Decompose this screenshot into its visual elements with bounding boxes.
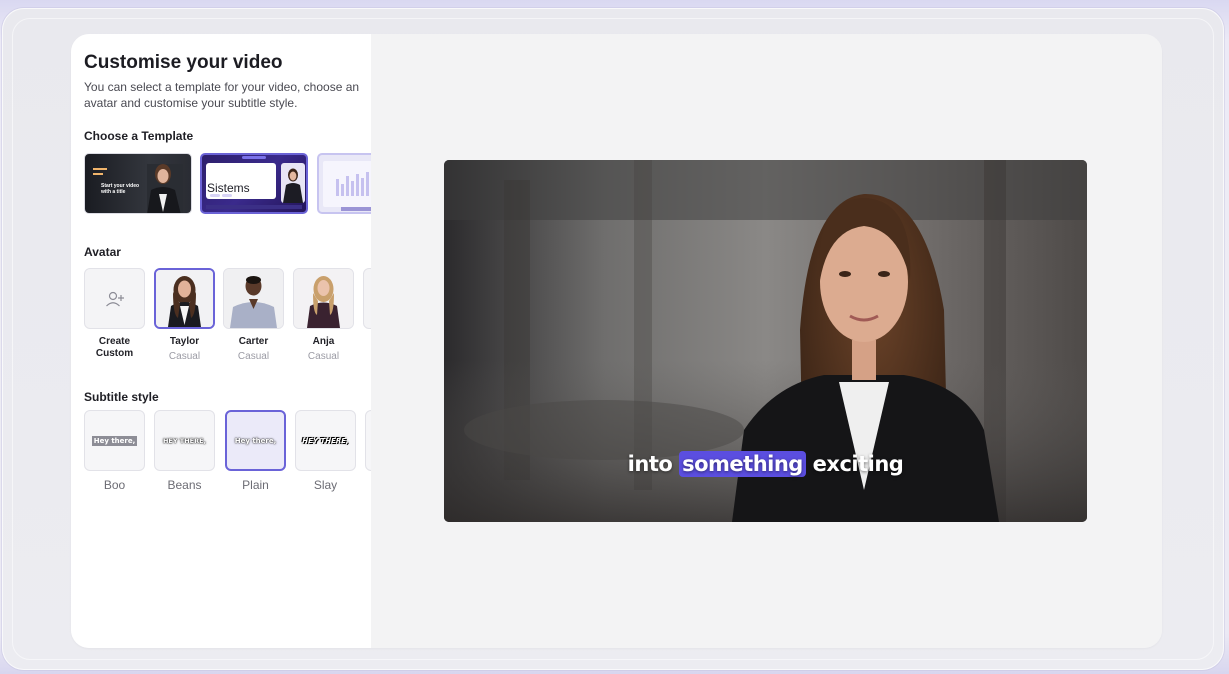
video-preview-area: into something exciting (371, 34, 1162, 648)
avatar-anja-image (294, 269, 353, 328)
page-title: Customise your video (84, 52, 283, 73)
avatar-name-anja: Anja (312, 336, 335, 347)
page-description: You can select a template for your video… (84, 80, 360, 110)
create-custom-label: Create Custom (95, 336, 134, 359)
avatar-taylor-image (156, 270, 213, 327)
subtitle-label-beans: Beans (167, 478, 202, 492)
subtitle-style-beans[interactable]: HEY THERE, Beans (154, 410, 215, 492)
customise-panel: Customise your video You can select a te… (71, 34, 371, 648)
avatar-carter-image (224, 269, 283, 328)
subtitle-sample-beans: HEY THERE, (162, 436, 207, 445)
subtitle-sample-slay: HEY THERE, (302, 436, 349, 445)
avatar-thumb-partial (363, 268, 371, 329)
avatar-thumb-carter (223, 268, 284, 329)
caption-word-after: exciting (812, 452, 904, 476)
customise-video-card: Customise your video You can select a te… (71, 34, 1162, 648)
subtitle-sample-boo: Hey there, (91, 435, 138, 446)
subtitle-thumb-beans: HEY THERE, (154, 410, 215, 471)
avatar-card-carter[interactable]: Carter Casual (223, 268, 284, 362)
template-chart-thumbnail (323, 161, 371, 211)
subtitle-style-slay[interactable]: HEY THERE, Slay (295, 410, 356, 492)
subtitle-label-boo: Boo (103, 478, 126, 492)
avatar-thumb-taylor (154, 268, 215, 329)
avatar-style-carter: Casual (237, 351, 270, 362)
subtitle-style-list: Hey there, Boo HEY THERE, Beans Hey ther… (84, 410, 371, 500)
subtitle-thumb-plain: Hey there, (225, 410, 286, 471)
template-list: Start your video with a title Sistems (84, 153, 371, 214)
avatar-name-taylor: Taylor (169, 336, 200, 347)
avatar-name-carter: Carter (238, 336, 269, 347)
avatar-style-anja: Casual (307, 351, 340, 362)
subtitle-label-plain: Plain (242, 478, 269, 492)
create-custom-thumb (84, 268, 145, 329)
avatar-card-anja[interactable]: Anja Casual (293, 268, 354, 362)
avatar-thumb-anja (293, 268, 354, 329)
template-card-dark[interactable]: Start your video with a title (84, 153, 192, 214)
subtitle-label-slay: Slay (313, 478, 338, 492)
avatar-card-partial[interactable] (363, 268, 371, 329)
template-purple-title: Sistems (207, 181, 250, 195)
add-user-icon (105, 291, 124, 306)
avatar-section-title: Avatar (84, 245, 121, 259)
subtitle-section-title: Subtitle style (84, 390, 159, 404)
caption-word-before: into (627, 452, 673, 476)
template-card-chart[interactable] (317, 153, 371, 214)
video-preview[interactable]: into something exciting (444, 160, 1087, 522)
create-custom-avatar-button[interactable]: Create Custom (84, 268, 145, 360)
avatar-list: Create Custom Taylor Casual Carter Casua… (84, 268, 371, 368)
template-section-title: Choose a Template (84, 129, 194, 143)
video-caption: into something exciting (444, 451, 1087, 477)
subtitle-style-plain[interactable]: Hey there, Plain (225, 410, 286, 492)
avatar-card-taylor[interactable]: Taylor Casual (154, 268, 215, 362)
caption-word-highlight: something (679, 451, 806, 477)
subtitle-thumb-slay: HEY THERE, (295, 410, 356, 471)
template-dark-text: Start your video with a title (101, 183, 140, 195)
subtitle-style-boo[interactable]: Hey there, Boo (84, 410, 145, 492)
template-card-purple[interactable]: Sistems (200, 153, 308, 214)
avatar-style-taylor: Casual (168, 351, 201, 362)
subtitle-sample-plain: Hey there, (234, 436, 277, 445)
subtitle-thumb-boo: Hey there, (84, 410, 145, 471)
